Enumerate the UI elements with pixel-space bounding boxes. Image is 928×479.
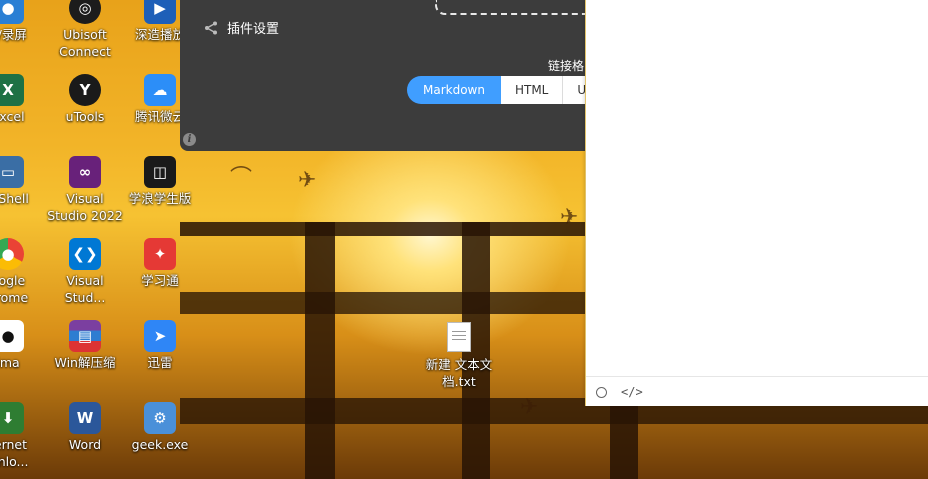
utools-icon: Y bbox=[69, 74, 101, 106]
desktop-icon-excel[interactable]: X Excel bbox=[0, 74, 46, 125]
pane-footer: </> bbox=[586, 376, 928, 407]
share-icon bbox=[205, 21, 217, 34]
desktop-icon-utools[interactable]: Y uTools bbox=[47, 74, 123, 125]
circle-icon[interactable] bbox=[596, 386, 607, 398]
desktop-icon-panda[interactable]: ● ima bbox=[0, 320, 46, 371]
format-segmented-control: Markdown HTML UI bbox=[407, 76, 604, 104]
info-icon[interactable]: i bbox=[183, 133, 196, 146]
desktop-icon-geek[interactable]: ⚙ geek.exe bbox=[122, 402, 198, 453]
text-file-icon bbox=[447, 322, 471, 352]
xuexitong-icon: ✦ bbox=[144, 238, 176, 270]
ubisoft-icon: ◎ bbox=[69, 0, 101, 24]
format-markdown-button[interactable]: Markdown bbox=[407, 76, 501, 104]
desktop-icon-xunlei[interactable]: ➤ 迅雷 bbox=[122, 320, 198, 371]
desktop-icon-xuexitong[interactable]: ✦ 学习通 bbox=[122, 238, 198, 289]
desktop-icon-vscode[interactable]: ❮❯ Visual Stud... bbox=[47, 238, 123, 306]
player-icon: ▶ bbox=[144, 0, 176, 24]
plugin-settings-label: 插件设置 bbox=[227, 22, 280, 37]
code-icon[interactable]: </> bbox=[621, 385, 643, 399]
shell-icon: ▭ bbox=[0, 156, 24, 188]
desktop-icon-xuelang[interactable]: ◫ 学浪学生版 bbox=[122, 156, 198, 207]
desktop-icon-shell[interactable]: ▭ alShell bbox=[0, 156, 46, 207]
excel-icon: X bbox=[0, 74, 24, 106]
idm-icon: ⬇ bbox=[0, 402, 24, 434]
desktop-icon-winrar[interactable]: ▤ Win解压缩 bbox=[47, 320, 123, 371]
chrome-icon: ● bbox=[0, 238, 24, 270]
desktop-icon-ubisoft[interactable]: ◎ Ubisoft Connect bbox=[47, 0, 123, 60]
panda-icon: ● bbox=[0, 320, 24, 352]
drop-zone[interactable] bbox=[435, 0, 599, 15]
geek-icon: ⚙ bbox=[144, 402, 176, 434]
winrar-icon: ▤ bbox=[69, 320, 101, 352]
weiyun-icon: ☁ bbox=[144, 74, 176, 106]
desktop-icon-visual-studio[interactable]: ∞ Visual Studio 2022 bbox=[47, 156, 123, 224]
format-html-button[interactable]: HTML bbox=[500, 76, 564, 104]
desktop-icon-chrome[interactable]: ● oogle hrome bbox=[0, 238, 46, 306]
xuelang-icon: ◫ bbox=[144, 156, 176, 188]
link-format-label: 链接格 bbox=[548, 59, 585, 73]
recorder-icon: ● bbox=[0, 0, 24, 24]
desktop-icon-idm[interactable]: ⬇ ternet wnlo... bbox=[0, 402, 46, 470]
xunlei-icon: ➤ bbox=[144, 320, 176, 352]
desktop-icon-word[interactable]: W Word bbox=[47, 402, 123, 453]
plugin-settings-item[interactable]: 插件设置 bbox=[203, 18, 279, 37]
visual-studio-icon: ∞ bbox=[69, 156, 101, 188]
desktop-icon-text-file[interactable]: 新建 文本文档.txt bbox=[421, 322, 497, 390]
vscode-icon: ❮❯ bbox=[69, 238, 101, 270]
side-pane: </> bbox=[585, 0, 928, 406]
word-icon: W bbox=[69, 402, 101, 434]
desktop-icon-recorder[interactable]: ● V/录屏 bbox=[0, 0, 46, 43]
